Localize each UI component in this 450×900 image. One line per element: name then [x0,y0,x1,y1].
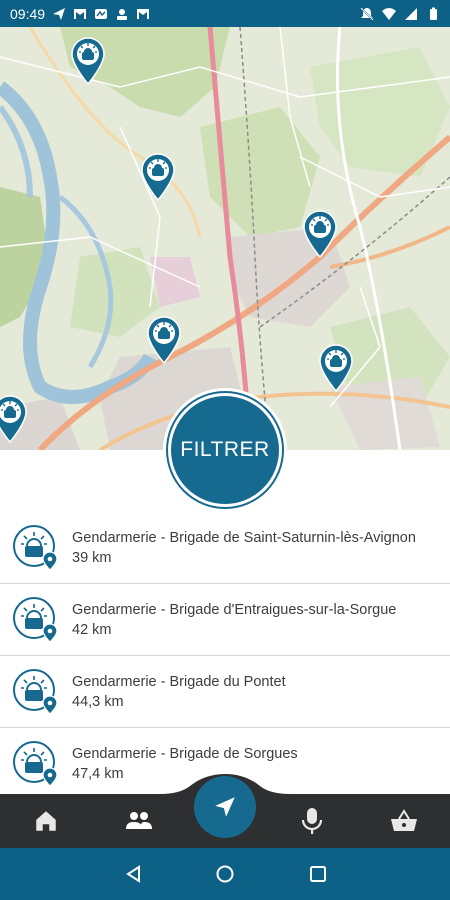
home-icon [36,811,56,831]
home-circle-icon [216,865,234,883]
police-station-pin-icon[interactable] [70,37,106,85]
map-tiles [0,27,450,450]
status-bar: 09:49 [0,0,450,27]
send-icon [53,7,66,20]
nav-home[interactable] [16,794,76,848]
station-distance: 42 km [72,621,112,638]
station-name: Gendarmerie - Brigade du Pontet [72,673,286,690]
police-station-pin-icon[interactable] [302,210,338,258]
station-name: Gendarmerie - Brigade de Saint-Saturnin-… [72,529,416,546]
station-distance: 39 km [72,549,112,566]
messenger-icon [95,8,108,19]
nav-microphone[interactable] [282,794,342,848]
recents-icon [310,866,326,882]
police-station-pin-icon[interactable] [140,153,176,201]
police-station-pin-icon[interactable] [318,344,354,392]
station-name: Gendarmerie - Brigade de Sorgues [72,745,298,762]
list-item[interactable]: Gendarmerie - Brigade d'Entraigues-sur-l… [0,584,450,656]
police-station-pin-icon[interactable] [146,316,182,364]
list-item[interactable]: Gendarmerie - Brigade du Pontet 44,3 km [0,656,450,728]
status-time: 09:49 [10,5,46,22]
system-back-button[interactable] [108,848,160,900]
filter-button-label: FILTRER [168,393,282,507]
back-icon [126,865,140,883]
police-station-pin-icon[interactable] [0,395,28,443]
filter-button[interactable]: FILTRER [163,388,287,512]
wifi-icon [382,7,396,20]
nav-people[interactable] [109,794,169,848]
system-recents-button[interactable] [292,848,344,900]
station-distance: 44,3 km [72,693,124,710]
basket-icon [391,809,417,831]
nav-locate-fab[interactable] [194,776,256,838]
station-name: Gendarmerie - Brigade d'Entraigues-sur-l… [72,601,397,618]
microphone-icon [301,808,323,834]
battery-icon [430,7,437,20]
gmail-icon [137,8,150,19]
signal-icon [405,7,417,20]
notification-icon [117,8,128,20]
list-item[interactable]: Gendarmerie - Brigade de Saint-Saturnin-… [0,512,450,584]
nav-basket[interactable] [374,794,434,848]
police-station-icon [13,740,58,787]
results-list: Gendarmerie - Brigade de Saint-Saturnin-… [0,512,450,800]
police-station-icon [13,668,58,715]
system-home-button[interactable] [199,848,251,900]
map-view[interactable] [0,27,450,450]
police-station-icon [13,596,58,643]
gmail-icon [74,8,87,19]
navigation-icon [215,797,235,817]
mute-icon [360,6,374,21]
people-icon [126,812,152,829]
police-station-icon [13,524,58,571]
